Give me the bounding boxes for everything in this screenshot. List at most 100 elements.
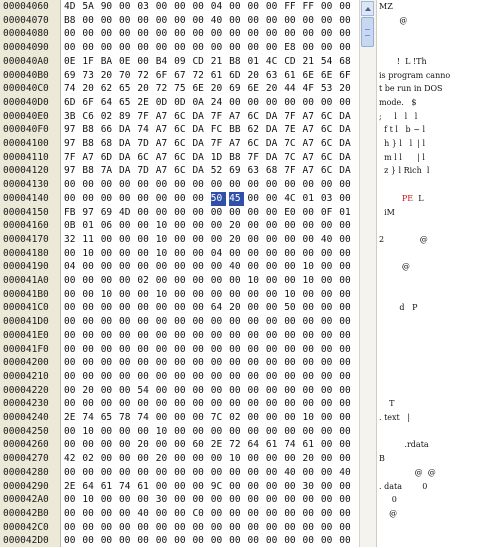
hex-byte[interactable]: 00 [303, 96, 318, 110]
hex-byte[interactable]: 00 [339, 507, 354, 521]
hex-byte[interactable]: 00 [248, 480, 263, 494]
hex-byte[interactable]: 01 [303, 192, 318, 206]
hex-byte[interactable]: 00 [119, 397, 134, 411]
hex-byte[interactable]: 00 [119, 14, 134, 28]
hex-byte[interactable]: 00 [101, 452, 116, 466]
hex-byte[interactable]: 00 [174, 41, 189, 55]
hex-byte[interactable]: 2E [64, 480, 79, 494]
hex-byte[interactable]: 00 [137, 329, 152, 343]
hex-byte[interactable]: 00 [303, 356, 318, 370]
hex-byte[interactable]: 00 [64, 521, 79, 535]
hex-byte[interactable]: 40 [229, 260, 244, 274]
hex-byte[interactable]: 00 [156, 438, 171, 452]
hex-byte[interactable]: 00 [321, 329, 336, 343]
hex-byte[interactable]: 00 [303, 219, 318, 233]
hex-byte[interactable]: 00 [174, 343, 189, 357]
hex-byte[interactable]: 00 [321, 96, 336, 110]
hex-byte[interactable]: 61 [303, 438, 318, 452]
hex-byte[interactable]: 00 [248, 27, 263, 41]
hex-byte[interactable]: 00 [156, 27, 171, 41]
hex-byte[interactable]: 00 [174, 397, 189, 411]
hex-byte[interactable]: 00 [248, 233, 263, 247]
hex-byte[interactable]: 20 [82, 384, 97, 398]
hex-byte[interactable]: 00 [101, 329, 116, 343]
hex-byte[interactable]: 00 [248, 288, 263, 302]
hex-byte[interactable]: 00 [192, 206, 207, 220]
hex-byte[interactable]: 00 [229, 41, 244, 55]
hex-byte[interactable]: 00 [248, 96, 263, 110]
hex-byte[interactable]: 00 [101, 315, 116, 329]
hex-byte[interactable]: 00 [174, 480, 189, 494]
hex-byte[interactable]: 10 [156, 425, 171, 439]
hex-byte[interactable]: 61 [211, 69, 226, 83]
hex-byte[interactable]: 00 [64, 41, 79, 55]
hex-byte[interactable]: DA [266, 123, 281, 137]
hex-byte[interactable]: 00 [284, 96, 299, 110]
hex-byte[interactable]: 00 [82, 466, 97, 480]
hex-byte[interactable]: 7F [64, 151, 79, 165]
hex-byte[interactable]: 4F [303, 82, 318, 96]
hex-byte[interactable]: 0B [64, 219, 79, 233]
hex-byte[interactable]: 00 [339, 370, 354, 384]
hex-byte[interactable]: 00 [156, 14, 171, 28]
hex-byte[interactable]: 20 [82, 82, 97, 96]
hex-byte[interactable]: 7C [284, 137, 299, 151]
hex-byte[interactable]: 00 [82, 260, 97, 274]
hex-byte[interactable]: A7 [229, 137, 244, 151]
hex-byte[interactable]: 00 [211, 370, 226, 384]
hex-byte[interactable]: 00 [284, 219, 299, 233]
hex-byte[interactable]: 00 [192, 466, 207, 480]
hex-byte[interactable]: 00 [266, 192, 281, 206]
hex-byte[interactable]: 00 [192, 370, 207, 384]
hex-byte[interactable]: 00 [284, 425, 299, 439]
hex-byte[interactable]: 00 [82, 534, 97, 548]
hex-byte[interactable]: 00 [174, 507, 189, 521]
hex-byte[interactable]: 00 [192, 178, 207, 192]
hex-byte[interactable]: 69 [229, 82, 244, 96]
hex-byte[interactable]: 00 [284, 493, 299, 507]
hex-byte[interactable]: 10 [101, 288, 116, 302]
hex-byte[interactable]: 00 [156, 274, 171, 288]
hex-byte[interactable]: 00 [119, 534, 134, 548]
hex-byte[interactable]: 97 [82, 206, 97, 220]
hex-byte[interactable]: 00 [174, 493, 189, 507]
hex-byte[interactable]: 00 [64, 329, 79, 343]
hex-byte[interactable]: DA [119, 137, 134, 151]
hex-byte[interactable]: 01 [339, 206, 354, 220]
hex-byte[interactable]: 00 [339, 274, 354, 288]
hex-byte[interactable]: 00 [229, 507, 244, 521]
hex-byte[interactable]: 00 [321, 41, 336, 55]
hex-byte[interactable]: 00 [339, 0, 354, 14]
hex-byte[interactable]: 00 [64, 356, 79, 370]
hex-byte[interactable]: 00 [174, 329, 189, 343]
hex-byte[interactable]: 00 [156, 411, 171, 425]
hex-byte[interactable]: 00 [119, 521, 134, 535]
hex-byte[interactable]: 00 [303, 178, 318, 192]
hex-byte[interactable]: 00 [284, 343, 299, 357]
hex-byte[interactable]: 00 [284, 233, 299, 247]
hex-byte[interactable]: 00 [284, 480, 299, 494]
hex-byte[interactable]: 00 [266, 315, 281, 329]
hex-byte[interactable]: 00 [64, 384, 79, 398]
hex-byte[interactable]: 00 [229, 384, 244, 398]
hex-byte[interactable]: 00 [137, 343, 152, 357]
hex-byte[interactable]: 00 [284, 370, 299, 384]
hex-byte[interactable]: 00 [248, 397, 263, 411]
hex-byte[interactable]: 02 [229, 411, 244, 425]
hex-byte[interactable]: 61 [284, 69, 299, 83]
hex-byte[interactable]: 00 [192, 0, 207, 14]
hex-byte[interactable]: 00 [321, 438, 336, 452]
hex-byte[interactable]: 00 [137, 521, 152, 535]
hex-byte[interactable]: 00 [248, 178, 263, 192]
hex-byte[interactable]: 06 [101, 219, 116, 233]
hex-byte[interactable]: 00 [229, 466, 244, 480]
hex-byte[interactable]: 4C [266, 55, 281, 69]
hex-byte[interactable]: 00 [248, 466, 263, 480]
hex-byte[interactable]: 00 [101, 370, 116, 384]
hex-byte[interactable]: 02 [101, 110, 116, 124]
hex-byte[interactable]: 00 [192, 397, 207, 411]
hex-byte[interactable]: 00 [229, 343, 244, 357]
hex-byte[interactable]: 7F [284, 110, 299, 124]
hex-byte[interactable]: 00 [321, 288, 336, 302]
hex-byte[interactable]: 69 [101, 206, 116, 220]
